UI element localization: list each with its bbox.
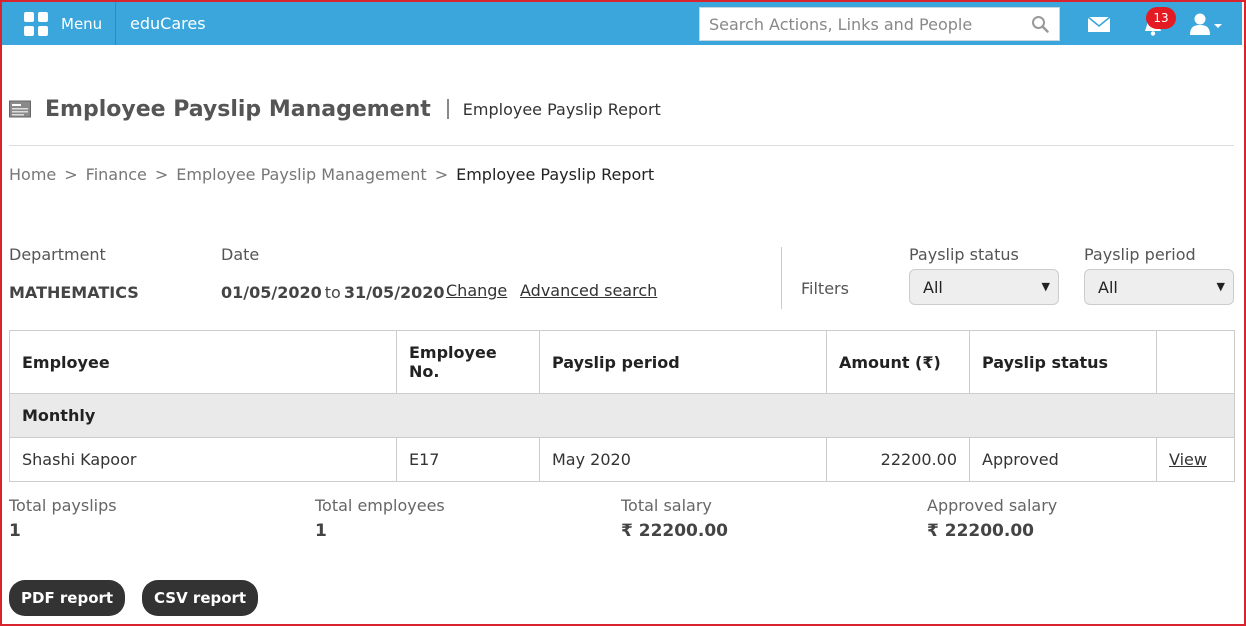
- breadcrumb-home[interactable]: Home: [9, 165, 56, 184]
- pdf-report-button[interactable]: PDF report: [9, 580, 126, 616]
- date-label: Date: [221, 245, 260, 264]
- chevron-down-icon: ▼: [1041, 280, 1050, 293]
- breadcrumb-current: Employee Payslip Report: [456, 165, 655, 184]
- menu-label: Menu: [61, 14, 103, 33]
- page-title: Employee Payslip Management: [45, 96, 431, 122]
- brand-name[interactable]: eduCares: [130, 14, 206, 33]
- date-to-word: to: [324, 283, 341, 302]
- payslip-icon: [9, 100, 31, 118]
- table-group-row: Monthly: [9, 393, 1235, 438]
- column-employee: Employee: [9, 330, 397, 394]
- header-divider: [9, 145, 1234, 146]
- cell-employee: Shashi Kapoor: [9, 437, 397, 482]
- mail-icon[interactable]: [1087, 14, 1111, 34]
- total-salary-label: Total salary: [621, 496, 712, 515]
- breadcrumb-separator: >: [154, 165, 169, 184]
- payslip-status-select[interactable]: All ▼: [909, 269, 1059, 305]
- column-amount: Amount (₹): [826, 330, 970, 394]
- table-row: Shashi Kapoor E17 May 2020 22200.00 Appr…: [9, 437, 1235, 482]
- payslip-table: Employee Employee No. Payslip period Amo…: [9, 330, 1235, 482]
- breadcrumb-finance[interactable]: Finance: [86, 165, 147, 184]
- payslip-period-value: All: [1098, 278, 1118, 297]
- notification-badge[interactable]: 13: [1146, 7, 1176, 29]
- payslip-period-select[interactable]: All ▼: [1084, 269, 1234, 305]
- column-payslip-status: Payslip status: [969, 330, 1157, 394]
- breadcrumb-separator: >: [64, 165, 78, 184]
- cell-action: View: [1156, 437, 1235, 482]
- approved-salary-label: Approved salary: [927, 496, 1058, 515]
- date-range: 01/05/2020 to 31/05/2020: [221, 283, 445, 302]
- search-input[interactable]: [700, 8, 1020, 40]
- cell-employee-no: E17: [396, 437, 540, 482]
- column-payslip-period: Payslip period: [539, 330, 827, 394]
- column-actions: [1156, 330, 1235, 394]
- payslip-status-label: Payslip status: [909, 245, 1019, 264]
- date-to: 31/05/2020: [343, 283, 445, 302]
- view-link[interactable]: View: [1169, 450, 1207, 469]
- department-value: MATHEMATICS: [9, 283, 139, 302]
- change-link[interactable]: Change: [446, 281, 507, 300]
- user-icon[interactable]: [1189, 12, 1223, 36]
- search-box: [699, 7, 1060, 41]
- breadcrumb-separator: >: [434, 165, 449, 184]
- group-label: Monthly: [9, 393, 1235, 438]
- total-salary-value: ₹ 22200.00: [621, 521, 729, 541]
- total-payslips-value: 1: [9, 521, 21, 541]
- cell-amount: 22200.00: [826, 437, 970, 482]
- total-employees-value: 1: [315, 521, 327, 541]
- csv-report-button[interactable]: CSV report: [142, 580, 259, 616]
- topbar-divider: [115, 2, 116, 45]
- column-employee-no: Employee No.: [396, 330, 540, 394]
- search-icon[interactable]: [1031, 15, 1049, 33]
- table-header-row: Employee Employee No. Payslip period Amo…: [9, 330, 1235, 394]
- breadcrumb-payslip-management[interactable]: Employee Payslip Management: [176, 165, 426, 184]
- cell-status: Approved: [969, 437, 1157, 482]
- department-label: Department: [9, 245, 106, 264]
- grid-menu-icon: [24, 11, 48, 36]
- total-employees-label: Total employees: [315, 496, 445, 515]
- title-separator: [446, 99, 449, 119]
- chevron-down-icon: ▼: [1216, 280, 1225, 293]
- page-subtitle: Employee Payslip Report: [462, 99, 661, 119]
- page-header: Employee Payslip Management Employee Pay…: [9, 94, 661, 124]
- approved-salary-value: ₹ 22200.00: [927, 521, 1035, 541]
- payslip-period-label: Payslip period: [1084, 245, 1196, 264]
- payslip-status-value: All: [923, 278, 943, 297]
- advanced-search-link[interactable]: Advanced search: [520, 281, 657, 300]
- date-from: 01/05/2020: [221, 283, 322, 302]
- filter-divider: [781, 247, 782, 309]
- breadcrumb: Home > Finance > Employee Payslip Management…: [9, 165, 654, 184]
- top-navigation-bar: Menu eduCares 13: [2, 2, 1242, 45]
- cell-period: May 2020: [539, 437, 827, 482]
- filters-label: Filters: [801, 279, 849, 298]
- total-payslips-label: Total payslips: [9, 496, 117, 515]
- menu-button[interactable]: Menu: [12, 2, 116, 45]
